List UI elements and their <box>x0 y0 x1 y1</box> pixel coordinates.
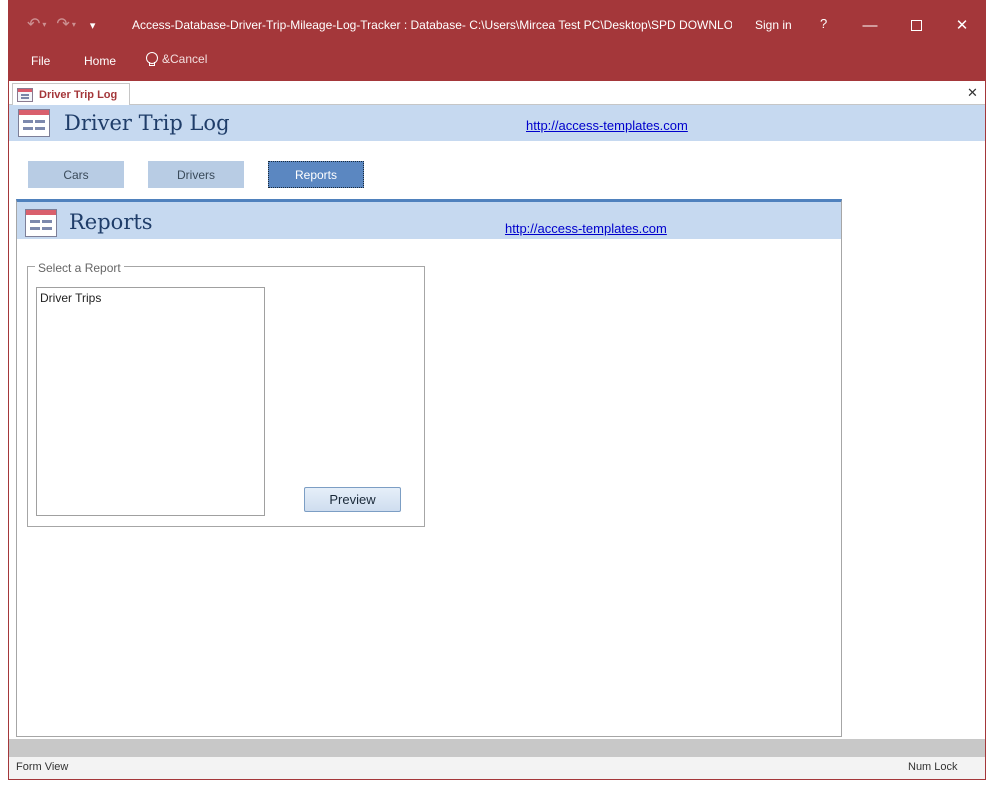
website-link[interactable]: http://access-templates.com <box>526 118 688 133</box>
tab-driver-trip-log[interactable]: Driver Trip Log <box>12 83 130 105</box>
form-icon <box>18 109 50 137</box>
view-mode-status: Form View <box>16 761 69 773</box>
redo-button[interactable]: ↷ ▾ <box>56 15 75 35</box>
chevron-down-icon: ▾ <box>42 20 47 29</box>
tab-file[interactable]: File <box>31 53 50 69</box>
form-header: Driver Trip Log http://access-templates.… <box>9 105 985 141</box>
nav-reports-button[interactable]: Reports <box>268 161 364 188</box>
form-icon <box>25 209 57 237</box>
horizontal-scrollbar[interactable] <box>9 739 985 757</box>
maximize-icon <box>910 19 922 31</box>
customize-icon: ▾ <box>89 19 96 32</box>
ribbon-tabs: File Home &Cancel <box>9 49 985 81</box>
group-label: Select a Report <box>35 261 124 275</box>
maximize-button[interactable] <box>893 11 939 39</box>
window-title: Access-Database-Driver-Trip-Mileage-Log-… <box>132 18 732 32</box>
page-title: Driver Trip Log <box>64 111 230 135</box>
sign-in-link[interactable]: Sign in <box>755 18 792 32</box>
tell-me-label: &Cancel <box>162 52 208 66</box>
minimize-icon: — <box>862 16 878 34</box>
tell-me-box[interactable]: &Cancel <box>146 52 207 66</box>
access-window: ↶ ▾ ↷ ▾ ▾ Access-Database-Driver-Trip-Mi… <box>8 0 986 780</box>
chevron-down-icon: ▾ <box>71 20 76 29</box>
title-bar: ↶ ▾ ↷ ▾ ▾ Access-Database-Driver-Trip-Mi… <box>9 1 985 49</box>
preview-button[interactable]: Preview <box>304 487 401 512</box>
close-icon: ✕ <box>955 17 969 34</box>
lightbulb-icon <box>146 52 158 66</box>
num-lock-status: Num Lock <box>908 761 958 773</box>
close-document-button[interactable]: ✕ <box>967 85 978 101</box>
customize-toolbar-button[interactable]: ▾ <box>90 19 96 32</box>
quick-access-toolbar: ↶ ▾ ↷ ▾ ▾ <box>27 15 95 35</box>
status-bar: Form View Num Lock <box>9 757 985 779</box>
form-icon <box>17 87 33 102</box>
nav-drivers-button[interactable]: Drivers <box>148 161 244 188</box>
redo-icon: ↷ <box>56 16 70 33</box>
close-icon: ✕ <box>967 85 978 100</box>
document-tab-strip: Driver Trip Log ✕ <box>9 81 985 105</box>
reports-subform: Reports http://access-templates.com Sele… <box>16 199 842 737</box>
undo-icon: ↶ <box>27 16 41 33</box>
website-link[interactable]: http://access-templates.com <box>505 221 667 236</box>
list-item[interactable]: Driver Trips <box>40 291 261 305</box>
subform-header: Reports http://access-templates.com <box>17 202 841 239</box>
subform-title: Reports <box>69 210 153 234</box>
tab-home[interactable]: Home <box>84 53 116 69</box>
undo-button[interactable]: ↶ ▾ <box>27 15 46 35</box>
minimize-button[interactable]: — <box>847 11 893 39</box>
close-window-button[interactable]: ✕ <box>939 11 985 39</box>
nav-cars-button[interactable]: Cars <box>28 161 124 188</box>
document-tab-label: Driver Trip Log <box>39 88 118 101</box>
report-listbox[interactable]: Driver Trips <box>36 287 265 516</box>
help-button[interactable]: ? <box>820 16 827 31</box>
